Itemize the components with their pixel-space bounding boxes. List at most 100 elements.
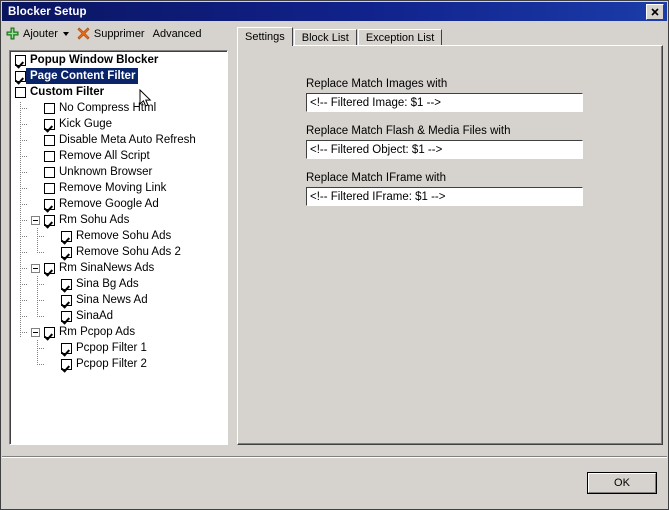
tree-connector-horizontal — [20, 124, 28, 125]
tree-item-checkbox[interactable] — [44, 182, 55, 194]
tree-item-label: Kick Guge — [59, 118, 113, 130]
tree-item[interactable]: Rm Sohu Ads — [11, 212, 227, 228]
tree-item-label: Pcpop Filter 1 — [76, 342, 147, 354]
tree-item-label: Remove Sohu Ads 2 — [76, 246, 181, 258]
tree-connector-horizontal — [20, 284, 28, 285]
tree-item[interactable]: Unknown Browser — [11, 164, 227, 180]
filter-tree-panel[interactable]: Popup Window Blocker Page Content Filter C… — [9, 50, 228, 445]
tree-item-checkbox[interactable] — [15, 54, 26, 66]
tree-item-checkbox[interactable] — [44, 102, 55, 114]
tree-item[interactable]: Rm Pcpop Ads — [11, 324, 227, 340]
tree-item-label: Remove Moving Link — [59, 182, 167, 194]
advanced-button-label: Advanced — [152, 27, 202, 40]
plus-icon — [6, 27, 19, 40]
field-label: Replace Match Images with — [306, 78, 448, 90]
tree-connector-horizontal — [37, 252, 45, 253]
tree-expander-icon[interactable] — [31, 327, 40, 337]
tree-item[interactable]: Remove All Script — [11, 148, 227, 164]
delete-button[interactable]: Supprimer — [73, 23, 149, 44]
tree-item-label: Custom Filter — [30, 86, 105, 98]
tree-connector-horizontal — [20, 204, 28, 205]
tree-item-checkbox[interactable] — [61, 342, 72, 354]
tree-item-label: SinaAd — [76, 310, 114, 322]
tree-item-label: Remove Google Ad — [59, 198, 159, 210]
tab-block-list[interactable]: Block List — [293, 29, 357, 46]
tree-item-checkbox[interactable] — [44, 134, 55, 146]
tree-item-checkbox[interactable] — [44, 326, 55, 338]
tree-item[interactable]: Rm SinaNews Ads — [11, 260, 227, 276]
tree-item-label: Rm SinaNews Ads — [59, 262, 155, 274]
tree-connector-horizontal — [37, 316, 45, 317]
tree-item[interactable]: Page Content Filter — [11, 68, 227, 84]
ok-button[interactable]: OK — [587, 472, 657, 494]
add-button-label: Ajouter — [23, 27, 58, 40]
tree-connector-horizontal — [37, 284, 45, 285]
tree-item[interactable]: Popup Window Blocker — [11, 52, 227, 68]
tab-settings[interactable]: Settings — [237, 27, 293, 46]
x-icon — [77, 27, 90, 40]
settings-fields: Replace Match Images with <!-- Filtered I… — [306, 78, 586, 206]
chevron-down-icon[interactable] — [62, 31, 69, 36]
tree-item-checkbox[interactable] — [15, 70, 26, 82]
tree-expander-icon[interactable] — [31, 215, 40, 225]
tree-item[interactable]: Disable Meta Auto Refresh — [11, 132, 227, 148]
tree-item-checkbox[interactable] — [61, 358, 72, 370]
field-input[interactable]: <!-- Filtered Object: $1 --> — [306, 140, 583, 159]
tree-item[interactable]: Custom Filter — [11, 84, 227, 100]
tree-connector-horizontal — [37, 236, 45, 237]
tree-connector-horizontal — [20, 236, 28, 237]
tree-expander-icon[interactable] — [31, 263, 40, 273]
tree-item-checkbox[interactable] — [61, 246, 72, 258]
tree-connector-horizontal — [20, 140, 28, 141]
tree-connector-vertical — [37, 276, 38, 317]
tree-connector-horizontal — [37, 348, 45, 349]
tree-item[interactable]: Kick Guge — [11, 116, 227, 132]
tab-exception-list[interactable]: Exception List — [357, 29, 443, 46]
field-input[interactable]: <!-- Filtered IFrame: $1 --> — [306, 187, 583, 206]
tree-item-checkbox[interactable] — [15, 86, 26, 98]
field-gap — [306, 159, 586, 172]
tab-label: Settings — [245, 31, 285, 43]
tree-item-checkbox[interactable] — [44, 150, 55, 162]
tab-panel-settings: Replace Match Images with <!-- Filtered I… — [237, 45, 663, 445]
tree-item-label: Rm Pcpop Ads — [59, 326, 136, 338]
tree-item-checkbox[interactable] — [61, 310, 72, 322]
tree-item-checkbox[interactable] — [61, 278, 72, 290]
tree-item[interactable]: Remove Google Ad — [11, 196, 227, 212]
title-bar-buttons — [646, 3, 664, 20]
filter-tree[interactable]: Popup Window Blocker Page Content Filter C… — [10, 51, 227, 444]
advanced-button[interactable]: Advanced — [149, 23, 206, 44]
tree-connector-horizontal — [37, 364, 45, 365]
tree-item-checkbox[interactable] — [44, 166, 55, 178]
tree-connector-horizontal — [20, 172, 28, 173]
tree-item-checkbox[interactable] — [61, 294, 72, 306]
tree-connector-horizontal — [20, 220, 28, 221]
tree-item-checkbox[interactable] — [44, 118, 55, 130]
tree-connector-horizontal — [20, 108, 28, 109]
tree-connector-horizontal — [20, 316, 28, 317]
tree-item-label: Remove Sohu Ads — [76, 230, 172, 242]
close-button[interactable] — [646, 3, 664, 20]
tree-item-checkbox[interactable] — [61, 230, 72, 242]
tree-item-label: Sina Bg Ads — [76, 278, 139, 290]
field-label: Replace Match Flash & Media Files with — [306, 125, 511, 137]
close-icon — [651, 7, 659, 16]
tree-item-checkbox[interactable] — [44, 214, 55, 226]
tree-item-label: No Compress Html — [59, 102, 157, 114]
tree-item[interactable]: No Compress Html — [11, 100, 227, 116]
tree-item-checkbox[interactable] — [44, 262, 55, 274]
tab-strip: Settings Block List Exception List — [237, 27, 663, 46]
title-bar[interactable]: Blocker Setup — [2, 2, 667, 21]
tree-item-checkbox[interactable] — [44, 198, 55, 210]
add-button[interactable]: Ajouter — [2, 23, 73, 44]
ok-button-label: OK — [588, 473, 656, 493]
tree-connector-horizontal — [20, 188, 28, 189]
tree-connector-horizontal — [37, 300, 45, 301]
field-input[interactable]: <!-- Filtered Image: $1 --> — [306, 93, 583, 112]
tab-panel-inner: Replace Match Images with <!-- Filtered I… — [238, 46, 662, 444]
tree-item[interactable]: Remove Moving Link — [11, 180, 227, 196]
tree-item-label: Rm Sohu Ads — [59, 214, 130, 226]
tree-connector-horizontal — [20, 300, 28, 301]
tree-item-label: Remove All Script — [59, 150, 150, 162]
tree-connector-vertical — [37, 340, 38, 365]
